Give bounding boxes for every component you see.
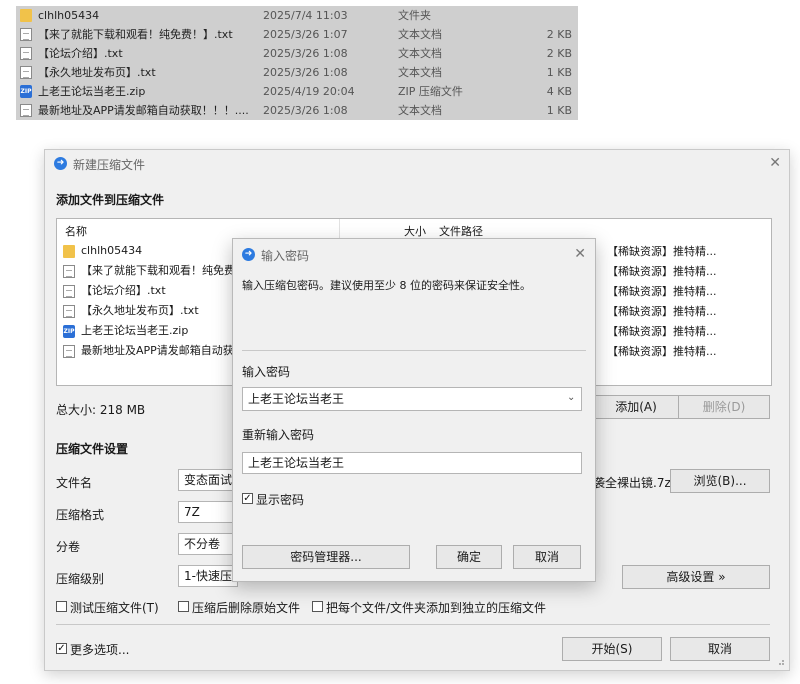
password-dialog-title: 输入密码 [261,249,310,263]
list-item-path: 【稀缺资源】推特精... [607,305,717,318]
text-file-icon [20,47,32,60]
folder-icon [63,245,75,258]
text-file-icon [20,104,32,117]
test-archive-label: 测试压缩文件(T) [70,601,159,615]
close-icon[interactable]: ✕ [574,247,586,261]
file-row[interactable]: clhlh05434 2025/7/4 11:03 文件夹 [16,6,578,25]
text-file-icon [20,28,32,41]
add-button[interactable]: 添加(A) [590,395,682,419]
text-file-icon [63,265,75,278]
total-size: 总大小: 218 MB [56,403,146,417]
browse-button[interactable]: 浏览(B)... [670,469,770,493]
file-row[interactable]: 【来了就能下载和观看！纯免费！】.txt 2025/3/26 1:07 文本文档… [16,25,578,44]
password-description: 输入压缩包密码。建议使用至少 8 位的密码来保证安全性。 [242,279,531,292]
split-label: 分卷 [56,540,81,554]
separator [56,624,770,625]
more-options-checkbox[interactable]: ✓ [56,643,67,654]
filename-input-tail: 袭全裸出镜.7z [593,476,671,490]
file-row[interactable]: 【永久地址发布页】.txt 2025/3/26 1:08 文本文档 1 KB [16,63,578,82]
show-password-label: 显示密码 [256,493,305,507]
repeat-password-input[interactable]: 上老王论坛当老王 [242,452,582,474]
zip-file-icon: ZIP [63,325,75,338]
text-file-icon [63,345,75,358]
test-archive-checkbox[interactable] [56,601,67,612]
start-button[interactable]: 开始(S) [562,637,662,661]
password-manager-button[interactable]: 密码管理器... [242,545,410,569]
text-file-icon [63,305,75,318]
format-label: 压缩格式 [56,508,105,522]
app-logo-icon: ➜ [54,157,67,170]
separator [242,350,586,351]
password-input[interactable]: 上老王论坛当老王 [242,387,582,411]
column-header-path[interactable]: 文件路径 [439,223,483,239]
filename-input[interactable]: 变态面试官 [178,469,238,491]
file-row[interactable]: 最新地址及APP请发邮箱自动获取！！！.... 2025/3/26 1:08 文… [16,101,578,120]
column-header-size[interactable]: 大小 [404,223,426,239]
list-item-path: 【稀缺资源】推特精... [607,265,717,278]
ok-button[interactable]: 确定 [436,545,502,569]
enter-password-label: 输入密码 [242,365,291,379]
advanced-settings-button[interactable]: 高级设置 » [622,565,770,589]
list-item-path: 【稀缺资源】推特精... [607,285,717,298]
explorer-file-list: clhlh05434 2025/7/4 11:03 文件夹 【来了就能下载和观看… [16,6,578,120]
delete-after-label: 压缩后删除原始文件 [192,601,301,615]
list-item-path: 【稀缺资源】推特精... [607,345,717,358]
add-files-heading: 添加文件到压缩文件 [56,193,165,207]
list-item-path: 【稀缺资源】推特精... [607,245,717,258]
zip-file-icon: ZIP [20,85,32,98]
password-dialog: ➜ 输入密码 ✕ 输入压缩包密码。建议使用至少 8 位的密码来保证安全性。 输入… [232,238,596,582]
dialog-titlebar: ➜ 新建压缩文件 ✕ [45,150,789,176]
settings-heading: 压缩文件设置 [56,442,129,456]
delete-button[interactable]: 删除(D) [678,395,770,419]
column-header-name[interactable]: 名称 [65,223,87,239]
close-icon[interactable]: ✕ [769,156,781,170]
filename-label: 文件名 [56,476,93,490]
format-select[interactable]: 7Z [178,501,238,523]
level-label: 压缩级别 [56,572,105,586]
password-cancel-button[interactable]: 取消 [513,545,581,569]
reenter-password-label: 重新输入密码 [242,428,315,442]
cancel-button[interactable]: 取消 [670,637,770,661]
separate-archives-label: 把每个文件/文件夹添加到独立的压缩文件 [326,601,547,615]
resize-grip-icon[interactable] [775,656,785,666]
text-file-icon [63,285,75,298]
more-options-label: 更多选项... [70,643,130,657]
chevron-down-icon[interactable]: ⌄ [567,392,575,403]
delete-after-checkbox[interactable] [178,601,189,612]
split-select[interactable]: 不分卷 [178,533,238,555]
folder-icon [20,9,32,22]
show-password-checkbox[interactable]: ✓ [242,493,253,504]
dialog-title: 新建压缩文件 [73,158,146,172]
app-logo-icon: ➜ [242,248,255,261]
separate-archives-checkbox[interactable] [312,601,323,612]
file-row[interactable]: ZIP 上老王论坛当老王.zip 2025/4/19 20:04 ZIP 压缩文… [16,82,578,101]
file-row[interactable]: 【论坛介绍】.txt 2025/3/26 1:08 文本文档 2 KB [16,44,578,63]
level-select[interactable]: 1-快速压缩 [178,565,238,587]
text-file-icon [20,66,32,79]
list-item-path: 【稀缺资源】推特精... [607,325,717,338]
